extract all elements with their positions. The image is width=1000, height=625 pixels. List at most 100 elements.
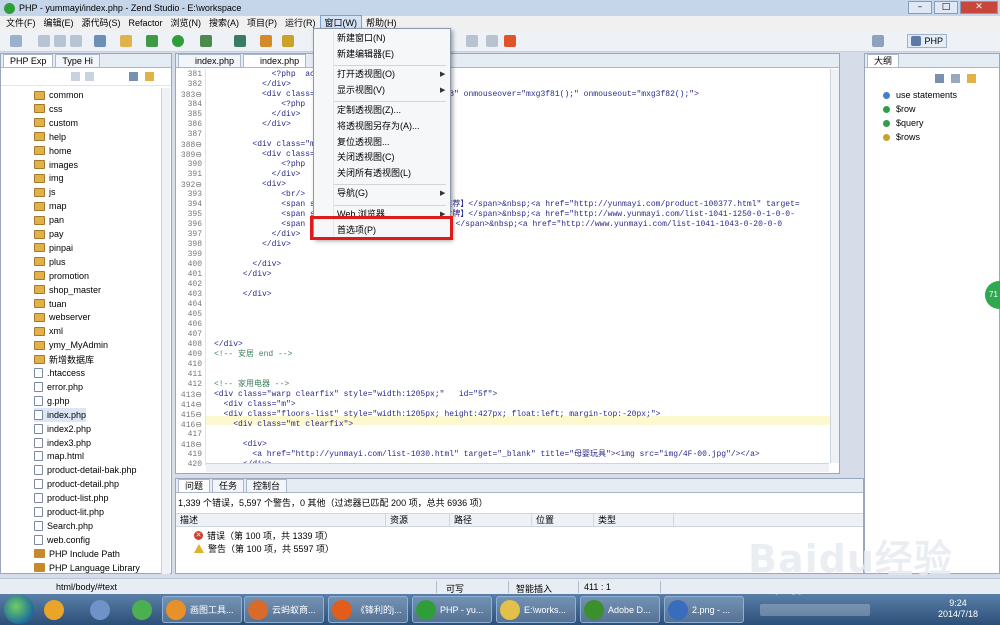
menu-edit[interactable]: 编辑(E) bbox=[40, 16, 78, 30]
taskbar-task[interactable]: 《锋利的j... bbox=[328, 596, 408, 623]
tree-item[interactable]: pinpai bbox=[34, 241, 73, 255]
taskbar-task[interactable]: PHP - yu... bbox=[412, 596, 492, 623]
outline-collapse-icon[interactable] bbox=[935, 74, 944, 83]
taskbar-task[interactable]: E:\works... bbox=[496, 596, 576, 623]
back-icon[interactable] bbox=[466, 35, 478, 47]
problem-row-errors[interactable]: ✕ 错误（第 100 项，共 1339 项） bbox=[194, 529, 333, 541]
outline-item[interactable]: use statements bbox=[883, 88, 957, 102]
taskbar-task[interactable]: Adobe D... bbox=[580, 596, 660, 623]
taskbar-task[interactable]: 2.png - ... bbox=[664, 596, 744, 623]
tree-item[interactable]: product-detail.php bbox=[34, 477, 119, 491]
tree-item[interactable]: common bbox=[34, 88, 84, 102]
tree-item[interactable]: help bbox=[34, 130, 66, 144]
collapse-all-icon[interactable] bbox=[129, 72, 138, 81]
tab-console[interactable]: 控制台 bbox=[246, 479, 288, 492]
back-nav-icon[interactable] bbox=[71, 72, 80, 81]
tray-icons[interactable] bbox=[760, 604, 870, 616]
tree-item[interactable]: .htaccess bbox=[34, 366, 85, 380]
menu-refactor[interactable]: Refactor bbox=[125, 16, 167, 30]
pinned-app-icon[interactable] bbox=[44, 600, 64, 620]
tree-item[interactable]: promotion bbox=[34, 269, 89, 283]
menu-item[interactable]: 关闭所有透视图(L) bbox=[337, 167, 411, 180]
menu-project[interactable]: 项目(P) bbox=[243, 16, 281, 30]
menu-source[interactable]: 源代码(S) bbox=[78, 16, 125, 30]
maximize-button[interactable]: □ bbox=[934, 1, 958, 14]
column-resource[interactable]: 资源 bbox=[386, 514, 450, 527]
tree-item[interactable]: product-detail-bak.php bbox=[34, 463, 137, 477]
forward-nav-icon[interactable] bbox=[85, 72, 94, 81]
outline-item[interactable]: $query bbox=[883, 116, 924, 130]
tree-item[interactable]: g.php bbox=[34, 394, 70, 408]
tree-item[interactable]: error.php bbox=[34, 380, 83, 394]
column-location[interactable]: 位置 bbox=[532, 514, 594, 527]
column-type[interactable]: 类型 bbox=[594, 514, 674, 527]
menu-item[interactable]: 打开透视图(O) bbox=[337, 68, 395, 81]
new-php-icon[interactable] bbox=[260, 35, 272, 47]
outline-item[interactable]: $rows bbox=[883, 130, 920, 144]
tree-item[interactable]: img bbox=[34, 171, 64, 185]
editor-scrollbar[interactable] bbox=[830, 69, 839, 463]
tree-item[interactable]: js bbox=[34, 185, 56, 199]
editor-hscrollbar[interactable] bbox=[206, 463, 829, 472]
column-description[interactable]: 描述 bbox=[176, 514, 386, 527]
tree-item[interactable]: map.html bbox=[34, 449, 84, 463]
profile-icon[interactable] bbox=[234, 35, 246, 47]
tree-item[interactable]: index3.php bbox=[34, 436, 91, 450]
tree-item[interactable]: product-list.php bbox=[34, 491, 109, 505]
taskbar-task[interactable]: 画图工具... bbox=[162, 596, 242, 623]
tree-item[interactable]: pay bbox=[34, 227, 64, 241]
menu-item[interactable]: 导航(G) bbox=[337, 187, 368, 200]
tree-item[interactable]: index2.php bbox=[34, 422, 91, 436]
tree-item[interactable]: images bbox=[34, 158, 78, 172]
tree-item[interactable]: shop_master bbox=[34, 283, 101, 297]
save-all-icon[interactable] bbox=[54, 35, 66, 47]
tree-item[interactable]: 新增数据库 bbox=[34, 352, 94, 366]
pinned-app-icon[interactable] bbox=[90, 600, 110, 620]
tree-item[interactable]: xml bbox=[34, 324, 63, 338]
tree-item[interactable]: index.php bbox=[34, 407, 87, 422]
tree-item[interactable]: product-lit.php bbox=[34, 505, 104, 519]
marker-icon[interactable] bbox=[504, 35, 516, 47]
tab-outline[interactable]: 大纲 bbox=[867, 54, 900, 67]
tab-tasks[interactable]: 任务 bbox=[212, 479, 245, 492]
tab-editor-index-2[interactable]: index.php bbox=[243, 54, 307, 67]
start-button[interactable] bbox=[4, 595, 34, 624]
run-external-icon[interactable] bbox=[200, 35, 212, 47]
tree-item[interactable]: css bbox=[34, 102, 63, 116]
link-editor-icon[interactable] bbox=[145, 72, 154, 81]
tab-problems[interactable]: 问题 bbox=[178, 479, 211, 492]
forward-icon[interactable] bbox=[486, 35, 498, 47]
save-icon[interactable] bbox=[38, 35, 50, 47]
print-icon[interactable] bbox=[70, 35, 82, 47]
tree-item[interactable]: webserver bbox=[34, 310, 91, 324]
tree-item[interactable]: pan bbox=[34, 213, 64, 227]
php-perspective-button[interactable]: PHP bbox=[907, 34, 947, 48]
taskbar-task[interactable]: 云蚂蚁商... bbox=[244, 596, 324, 623]
open-perspective-icon[interactable] bbox=[872, 35, 884, 47]
debug-icon[interactable] bbox=[146, 35, 158, 47]
outline-item[interactable]: $row bbox=[883, 102, 916, 116]
pinned-app-icon[interactable] bbox=[132, 600, 152, 620]
menu-search[interactable]: 搜索(A) bbox=[205, 16, 243, 30]
menu-item[interactable]: 新建编辑器(E) bbox=[337, 48, 394, 61]
tab-editor-index-1[interactable]: index.php bbox=[178, 54, 242, 67]
menu-item[interactable]: 显示视图(V) bbox=[337, 84, 385, 97]
clock[interactable]: 9:24 2014/7/18 bbox=[938, 598, 978, 620]
tree-item[interactable]: tuan bbox=[34, 297, 67, 311]
tree-item[interactable]: home bbox=[34, 144, 72, 158]
new-icon[interactable] bbox=[10, 35, 22, 47]
close-button[interactable]: ✕ bbox=[960, 1, 998, 14]
search-icon[interactable] bbox=[282, 35, 294, 47]
column-path[interactable]: 路径 bbox=[450, 514, 532, 527]
tab-type-hierarchy[interactable]: Type Hi bbox=[55, 54, 100, 67]
tree-item[interactable]: custom bbox=[34, 116, 78, 130]
explorer-scrollbar[interactable] bbox=[161, 88, 170, 574]
tree-item[interactable]: plus bbox=[34, 255, 66, 269]
tree-item[interactable]: Search.php bbox=[34, 519, 93, 533]
tree-item[interactable]: PHP Language Library bbox=[34, 561, 140, 575]
run-icon[interactable] bbox=[172, 35, 184, 47]
problem-row-warnings[interactable]: 警告（第 100 项，共 5597 项） bbox=[194, 542, 334, 554]
menu-item[interactable]: 将透视图另存为(A)... bbox=[337, 120, 420, 133]
menu-item[interactable]: 关闭透视图(C) bbox=[337, 151, 395, 164]
outline-sort-icon[interactable] bbox=[951, 74, 960, 83]
